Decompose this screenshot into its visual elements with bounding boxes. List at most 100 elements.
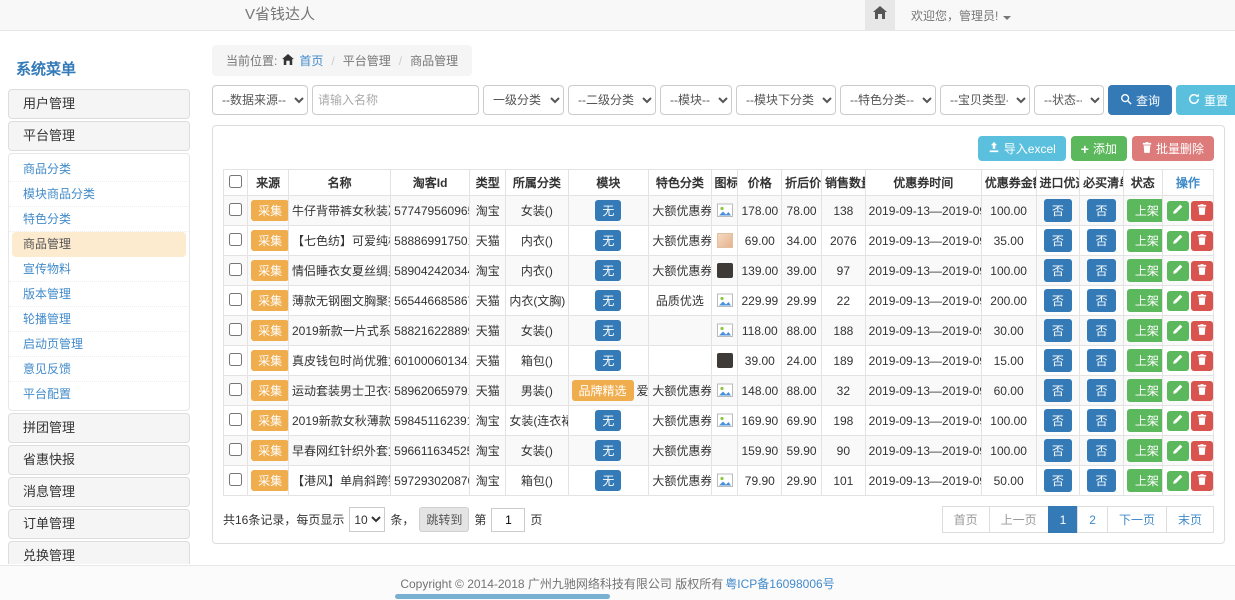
edit-button[interactable] xyxy=(1167,291,1189,311)
must-buy-toggle[interactable]: 否 xyxy=(1087,379,1115,402)
sidebar-item-2[interactable]: 商品分类 xyxy=(9,157,189,182)
sidebar-group-16[interactable]: 兑换管理 xyxy=(8,541,190,564)
row-checkbox[interactable] xyxy=(229,413,242,426)
page-next[interactable]: 下一页 xyxy=(1107,506,1167,533)
sidebar-item-7[interactable]: 版本管理 xyxy=(9,282,189,307)
icp-link[interactable]: 粤ICP备16098006号 xyxy=(725,575,834,592)
filter-module-select[interactable]: --模块-- xyxy=(660,85,732,115)
must-buy-toggle[interactable]: 否 xyxy=(1087,259,1115,282)
imported-toggle[interactable]: 否 xyxy=(1044,409,1072,432)
imported-toggle[interactable]: 否 xyxy=(1044,319,1072,342)
edit-button[interactable] xyxy=(1167,231,1189,251)
filter-feature-select[interactable]: --特色分类-- xyxy=(840,85,936,115)
edit-button[interactable] xyxy=(1167,321,1189,341)
status-button[interactable]: 上架 xyxy=(1127,259,1163,282)
imported-toggle[interactable]: 否 xyxy=(1044,439,1072,462)
edit-button[interactable] xyxy=(1167,381,1189,401)
delete-button[interactable] xyxy=(1191,441,1213,461)
delete-button[interactable] xyxy=(1191,201,1213,221)
edit-button[interactable] xyxy=(1167,201,1189,221)
edit-button[interactable] xyxy=(1167,411,1189,431)
must-buy-toggle[interactable]: 否 xyxy=(1087,289,1115,312)
delete-button[interactable] xyxy=(1191,471,1213,491)
import-excel-button[interactable]: 导入excel xyxy=(978,136,1066,161)
imported-toggle[interactable]: 否 xyxy=(1044,259,1072,282)
filter-item-type-select[interactable]: --宝贝类型-- xyxy=(940,85,1030,115)
user-menu[interactable]: 欢迎您，管理员! xyxy=(911,7,1011,24)
status-button[interactable]: 上架 xyxy=(1127,199,1163,222)
row-checkbox[interactable] xyxy=(229,263,242,276)
status-button[interactable]: 上架 xyxy=(1127,319,1163,342)
imported-toggle[interactable]: 否 xyxy=(1044,379,1072,402)
delete-button[interactable] xyxy=(1191,291,1213,311)
page-first[interactable]: 首页 xyxy=(942,506,990,533)
row-checkbox[interactable] xyxy=(229,203,242,216)
status-button[interactable]: 上架 xyxy=(1127,289,1163,312)
per-page-select[interactable]: 10 xyxy=(349,507,385,532)
status-button[interactable]: 上架 xyxy=(1127,349,1163,372)
search-button[interactable]: 查询 xyxy=(1108,85,1172,115)
delete-button[interactable] xyxy=(1191,261,1213,281)
edit-button[interactable] xyxy=(1167,351,1189,371)
filter-module-sub-select[interactable]: --模块下分类-- xyxy=(736,85,836,115)
reset-button[interactable]: 重置 xyxy=(1176,85,1235,115)
delete-button[interactable] xyxy=(1191,231,1213,251)
sidebar-group-15[interactable]: 订单管理 xyxy=(8,509,190,539)
imported-toggle[interactable]: 否 xyxy=(1044,469,1072,492)
filter-name-input[interactable] xyxy=(312,85,479,115)
row-checkbox[interactable] xyxy=(229,473,242,486)
sidebar-group-13[interactable]: 省惠快报 xyxy=(8,445,190,475)
sidebar-item-10[interactable]: 意见反馈 xyxy=(9,357,189,382)
delete-button[interactable] xyxy=(1191,351,1213,371)
row-checkbox[interactable] xyxy=(229,383,242,396)
filter-level1-select[interactable]: 一级分类 xyxy=(483,85,564,115)
must-buy-toggle[interactable]: 否 xyxy=(1087,229,1115,252)
page-prev[interactable]: 上一页 xyxy=(989,506,1049,533)
sidebar-item-9[interactable]: 启动页管理 xyxy=(9,332,189,357)
delete-button[interactable] xyxy=(1191,411,1213,431)
imported-toggle[interactable]: 否 xyxy=(1044,199,1072,222)
sidebar-item-5[interactable]: 商品管理 xyxy=(12,232,186,257)
home-button[interactable] xyxy=(865,0,895,30)
page-1[interactable]: 1 xyxy=(1048,506,1079,533)
filter-status-select[interactable]: --状态-- xyxy=(1034,85,1104,115)
page-last[interactable]: 末页 xyxy=(1166,506,1214,533)
imported-toggle[interactable]: 否 xyxy=(1044,229,1072,252)
edit-button[interactable] xyxy=(1167,471,1189,491)
status-button[interactable]: 上架 xyxy=(1127,409,1163,432)
breadcrumb-home-link[interactable]: 首页 xyxy=(299,52,323,69)
sidebar-group-1[interactable]: 平台管理 xyxy=(8,121,190,151)
select-all-checkbox[interactable] xyxy=(229,175,242,188)
sidebar-item-4[interactable]: 特色分类 xyxy=(9,207,189,232)
sidebar-item-3[interactable]: 模块商品分类 xyxy=(9,182,189,207)
must-buy-toggle[interactable]: 否 xyxy=(1087,319,1115,342)
sidebar-group-14[interactable]: 消息管理 xyxy=(8,477,190,507)
sidebar-item-8[interactable]: 轮播管理 xyxy=(9,307,189,332)
horizontal-scrollbar[interactable] xyxy=(395,594,610,599)
imported-toggle[interactable]: 否 xyxy=(1044,289,1072,312)
page-number-input[interactable] xyxy=(491,508,525,532)
status-button[interactable]: 上架 xyxy=(1127,439,1163,462)
must-buy-toggle[interactable]: 否 xyxy=(1087,349,1115,372)
status-button[interactable]: 上架 xyxy=(1127,229,1163,252)
must-buy-toggle[interactable]: 否 xyxy=(1087,199,1115,222)
delete-button[interactable] xyxy=(1191,321,1213,341)
status-button[interactable]: 上架 xyxy=(1127,469,1163,492)
sidebar-item-11[interactable]: 平台配置 xyxy=(9,382,189,407)
sidebar-group-12[interactable]: 拼团管理 xyxy=(8,413,190,443)
must-buy-toggle[interactable]: 否 xyxy=(1087,469,1115,492)
must-buy-toggle[interactable]: 否 xyxy=(1087,439,1115,462)
delete-button[interactable] xyxy=(1191,381,1213,401)
must-buy-toggle[interactable]: 否 xyxy=(1087,409,1115,432)
page-2[interactable]: 2 xyxy=(1077,506,1108,533)
batch-delete-button[interactable]: 批量删除 xyxy=(1132,136,1214,161)
row-checkbox[interactable] xyxy=(229,353,242,366)
filter-source-select[interactable]: --数据来源-- xyxy=(212,85,308,115)
imported-toggle[interactable]: 否 xyxy=(1044,349,1072,372)
sidebar-item-6[interactable]: 宣传物料 xyxy=(9,257,189,282)
row-checkbox[interactable] xyxy=(229,293,242,306)
filter-level2-select[interactable]: --二级分类-- xyxy=(568,85,656,115)
edit-button[interactable] xyxy=(1167,441,1189,461)
row-checkbox[interactable] xyxy=(229,233,242,246)
jump-button[interactable]: 跳转到 xyxy=(419,507,469,532)
